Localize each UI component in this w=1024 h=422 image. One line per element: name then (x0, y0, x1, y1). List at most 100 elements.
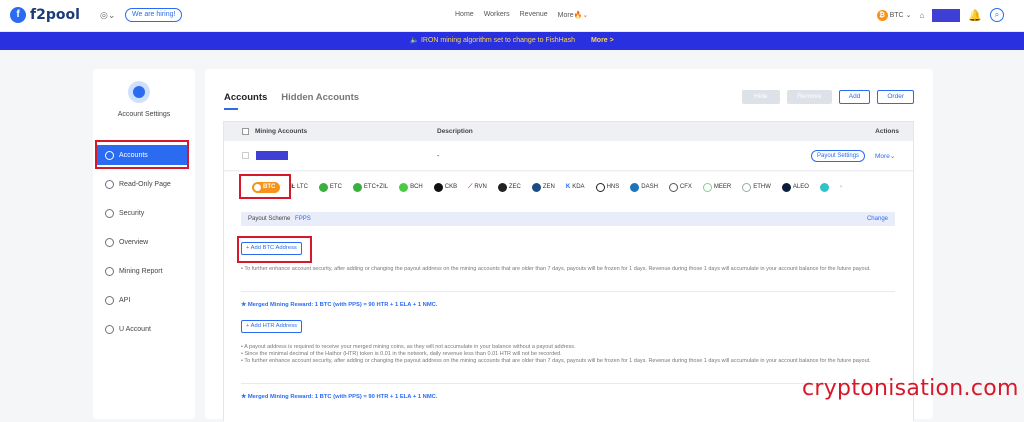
dash-icon (630, 182, 640, 192)
announcement-banner: 🔈 IRON mining algorithm set to change to… (0, 32, 1024, 50)
payout-settings-button[interactable]: Payout Settings (811, 150, 866, 162)
banner-text: IRON mining algorithm set to change to F… (420, 37, 576, 44)
overview-icon (105, 237, 114, 247)
sidebar-item-mining-report[interactable]: Mining Report (96, 261, 189, 281)
zec-icon (497, 182, 507, 192)
nav-workers[interactable]: Workers (484, 11, 510, 19)
highlight-accounts (95, 140, 189, 169)
divider (241, 291, 895, 292)
coin-tab-kda[interactable]: K KDA (566, 184, 585, 190)
coin-tab-next[interactable] (819, 182, 829, 192)
logo[interactable]: f f2pool (10, 7, 80, 23)
security-note: • To further enhance account security, a… (241, 266, 871, 272)
htr-note-1: • A payout address is required to receiv… (241, 344, 576, 350)
watermark: cryptonisation.com (802, 376, 1019, 401)
ckb-icon (433, 182, 443, 192)
coin-selector[interactable]: ₿ BTC ⌄ (876, 9, 911, 21)
report-icon (105, 266, 114, 276)
sidebar-item-u-account[interactable]: U Account (96, 319, 189, 339)
top-nav: Home Workers Revenue More🔥⌄ (455, 11, 588, 19)
payout-scheme-value: FPPS (295, 216, 311, 222)
coin-tab-etc[interactable]: ETC (318, 182, 342, 192)
zen-icon (531, 182, 541, 192)
highlight-add-btc-address (237, 236, 312, 263)
bch-icon (399, 182, 409, 192)
coin-tab-ethw[interactable]: ETHW (742, 182, 771, 192)
lock-icon (105, 208, 114, 218)
coin-tab-ckb[interactable]: CKB (433, 182, 457, 192)
coin-tab-dash[interactable]: DASH (630, 182, 658, 192)
meer-icon (702, 182, 712, 192)
remove-button[interactable]: Remove (786, 90, 832, 104)
btc-coin-icon: ₿ (876, 9, 888, 21)
star-icon: ★ (241, 394, 248, 400)
star-icon: ★ (241, 302, 248, 308)
coin-tab-aleo[interactable]: ALEO (781, 182, 809, 192)
user-account-box[interactable] (932, 8, 961, 22)
coin-tab-bch[interactable]: BCH (399, 182, 423, 192)
u-account-icon (105, 324, 114, 334)
sidebar-item-read-only-page[interactable]: Read-Only Page (96, 174, 189, 194)
tab-accounts[interactable]: Accounts (224, 92, 267, 103)
description-value: - (437, 153, 440, 160)
row-checkbox[interactable] (242, 152, 249, 159)
bell-icon[interactable]: 🔔 (968, 9, 982, 22)
coin-tab-rvn[interactable]: ⟋ RVN (468, 184, 487, 191)
nav-home[interactable]: Home (455, 11, 474, 19)
sidebar-item-security[interactable]: Security (96, 203, 189, 223)
select-all-checkbox[interactable] (242, 128, 249, 135)
sidebar: Account Settings Accounts Read-Only Page… (93, 69, 195, 419)
nav-more[interactable]: More🔥⌄ (558, 11, 589, 19)
tab-underline (224, 108, 238, 110)
merged-mining-reward-2: ★ Merged Mining Reward: 1 BTC (with PPS)… (241, 394, 438, 400)
coin-tabs: BTC Ł LTC ETC ETC+ZIL BCH CKB ⟋ RVN ZEC ZE… (224, 172, 913, 202)
payout-scheme-label: Payout Scheme (248, 216, 291, 222)
account-tabs: Accounts Hidden Accounts (224, 92, 359, 103)
user-icon[interactable]: ⌂ (919, 11, 924, 20)
etc-zil-icon (352, 182, 362, 192)
col-mining-accounts: Mining Accounts (255, 128, 308, 135)
col-actions: Actions (875, 128, 899, 135)
tab-hidden-accounts[interactable]: Hidden Accounts (281, 92, 359, 103)
coin-tab-zen[interactable]: ZEN (531, 182, 555, 192)
search-icon[interactable]: ⌕ (990, 8, 1004, 22)
payout-scheme-bar: Payout Scheme FPPS Change (241, 212, 895, 226)
main-content: Accounts Hidden Accounts Hide Remove Add… (205, 69, 933, 422)
ethw-icon (742, 182, 752, 192)
more-dropdown[interactable]: More⌄ (875, 152, 895, 160)
scroll-right-icon[interactable]: › (840, 184, 842, 190)
api-icon (105, 295, 114, 305)
coin-tab-ltc[interactable]: Ł LTC (291, 184, 308, 190)
htr-note-2: • Since the minimal decimal of the Hatho… (241, 351, 562, 357)
f2pool-logo-icon: f (10, 7, 26, 23)
brand-name: f2pool (30, 7, 80, 23)
etc-icon (318, 182, 328, 192)
hiring-badge[interactable]: We are hiring! (125, 8, 183, 22)
merged-mining-reward: ★ Merged Mining Reward: 1 BTC (with PPS)… (241, 302, 438, 308)
sidebar-item-api[interactable]: API (96, 290, 189, 310)
coin-tab-meer[interactable]: MEER (702, 182, 731, 192)
nav-revenue[interactable]: Revenue (520, 11, 548, 19)
top-bar: f f2pool ◎⌄ We are hiring! Home Workers … (0, 0, 1024, 32)
banner-more-link[interactable]: More > (591, 37, 614, 44)
coin-tab-hns[interactable]: HNS (595, 182, 619, 192)
sidebar-item-overview[interactable]: Overview (96, 232, 189, 252)
add-htr-address-button[interactable]: + Add HTR Address (241, 320, 303, 333)
speaker-icon: 🔈 (410, 37, 419, 44)
change-scheme-link[interactable]: Change (867, 212, 888, 226)
table-row: - Payout Settings More⌄ (224, 141, 913, 171)
divider (241, 383, 895, 384)
order-button[interactable]: Order (877, 90, 914, 104)
coin-tab-zec[interactable]: ZEC (497, 182, 521, 192)
hide-button[interactable]: Hide (741, 90, 780, 104)
col-description: Description (437, 128, 473, 135)
sidebar-title: Account Settings (117, 111, 171, 118)
highlight-btc-tab (239, 174, 291, 199)
account-name-redacted[interactable] (256, 151, 288, 160)
add-button[interactable]: Add (838, 90, 871, 104)
coin-tab-cfx[interactable]: CFX (668, 182, 692, 192)
language-globe-icon[interactable]: ◎⌄ (100, 10, 115, 21)
coin-tab-etc-zil[interactable]: ETC+ZIL (352, 182, 388, 192)
htr-note-3: • To further enhance account security, a… (241, 358, 871, 364)
cfx-icon (668, 182, 678, 192)
